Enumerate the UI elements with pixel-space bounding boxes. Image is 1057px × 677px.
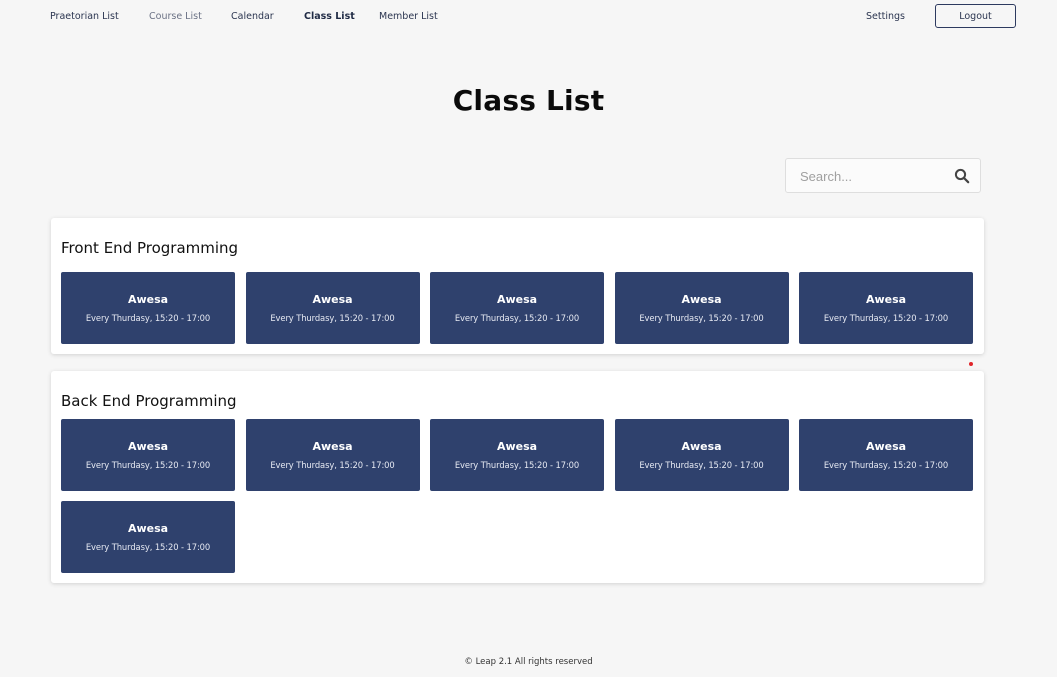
class-name: Awesa <box>312 293 353 306</box>
class-card[interactable]: Awesa Every Thurdasy, 15:20 - 17:00 <box>245 272 420 344</box>
search-icon[interactable] <box>954 168 970 184</box>
settings-link[interactable]: Settings <box>866 11 905 22</box>
top-navbar: Praetorian List Course List Calendar Cla… <box>0 0 1057 34</box>
class-schedule: Every Thurdasy, 15:20 - 17:00 <box>823 313 949 323</box>
class-grid: Awesa Every Thurdasy, 15:20 - 17:00 Awes… <box>61 419 973 573</box>
class-card[interactable]: Awesa Every Thurdasy, 15:20 - 17:00 <box>430 272 604 344</box>
class-name: Awesa <box>127 440 169 453</box>
class-schedule: Every Thurdasy, 15:20 - 17:00 <box>270 313 395 323</box>
class-card[interactable]: Awesa Every Thurdasy, 15:20 - 17:00 <box>61 272 235 344</box>
class-schedule: Every Thurdasy, 15:20 - 17:00 <box>270 460 395 470</box>
indicator-dot <box>969 362 973 366</box>
course-panel-back-end: Back End Programming Awesa Every Thurdas… <box>51 371 984 583</box>
search-input[interactable] <box>798 159 952 194</box>
class-name: Awesa <box>865 293 907 306</box>
class-card[interactable]: Awesa Every Thurdasy, 15:20 - 17:00 <box>245 419 420 491</box>
class-card[interactable]: Awesa Every Thurdasy, 15:20 - 17:00 <box>430 419 604 491</box>
class-card[interactable]: Awesa Every Thurdasy, 15:20 - 17:00 <box>799 272 973 344</box>
class-card[interactable]: Awesa Every Thurdasy, 15:20 - 17:00 <box>614 419 789 491</box>
nav-link-member-list[interactable]: Member List <box>379 11 438 22</box>
class-name: Awesa <box>681 293 722 306</box>
class-name: Awesa <box>681 440 722 453</box>
footer-copyright: © Leap 2.1 All rights reserved <box>464 657 593 667</box>
class-schedule: Every Thurdasy, 15:20 - 17:00 <box>85 542 211 552</box>
class-card[interactable]: Awesa Every Thurdasy, 15:20 - 17:00 <box>61 501 235 573</box>
class-schedule: Every Thurdasy, 15:20 - 17:00 <box>85 460 211 470</box>
logout-button[interactable]: Logout <box>935 4 1016 28</box>
class-schedule: Every Thurdasy, 15:20 - 17:00 <box>823 460 949 470</box>
nav-link-course-list[interactable]: Course List <box>149 11 202 22</box>
class-name: Awesa <box>496 293 538 306</box>
nav-link-calendar[interactable]: Calendar <box>231 11 274 22</box>
class-name: Awesa <box>865 440 907 453</box>
search-box <box>785 158 981 194</box>
class-schedule: Every Thurdasy, 15:20 - 17:00 <box>639 313 764 323</box>
class-name: Awesa <box>496 440 538 453</box>
nav-link-class-list[interactable]: Class List <box>304 11 355 22</box>
course-title: Back End Programming <box>61 392 237 410</box>
class-card[interactable]: Awesa Every Thurdasy, 15:20 - 17:00 <box>61 419 235 491</box>
class-schedule: Every Thurdasy, 15:20 - 17:00 <box>454 313 580 323</box>
course-title: Front End Programming <box>61 239 239 257</box>
nav-link-praetorian-list[interactable]: Praetorian List <box>50 11 119 22</box>
class-name: Awesa <box>312 440 353 453</box>
class-schedule: Every Thurdasy, 15:20 - 17:00 <box>85 313 211 323</box>
course-panel-front-end: Front End Programming Awesa Every Thurda… <box>51 218 984 354</box>
class-schedule: Every Thurdasy, 15:20 - 17:00 <box>454 460 580 470</box>
class-schedule: Every Thurdasy, 15:20 - 17:00 <box>639 460 764 470</box>
class-card[interactable]: Awesa Every Thurdasy, 15:20 - 17:00 <box>614 272 789 344</box>
class-grid: Awesa Every Thurdasy, 15:20 - 17:00 Awes… <box>61 272 973 344</box>
page-title: Class List <box>452 84 605 117</box>
class-name: Awesa <box>127 293 169 306</box>
class-name: Awesa <box>127 522 169 535</box>
class-card[interactable]: Awesa Every Thurdasy, 15:20 - 17:00 <box>799 419 973 491</box>
